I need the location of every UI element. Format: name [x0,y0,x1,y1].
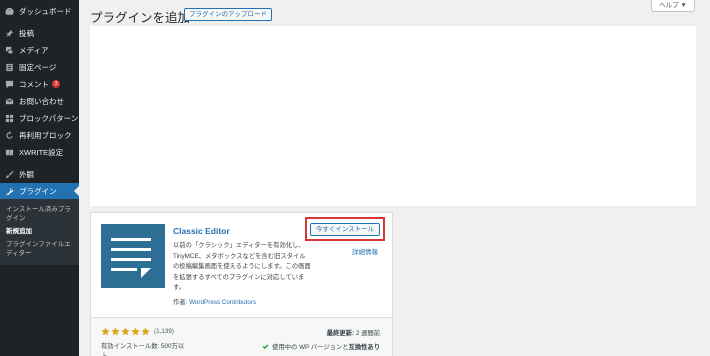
last-updated-label: 最終更新: [326,330,355,337]
plugin-description: 以前の「クラシック」エディターを有効化し、 TinyMCE、メタボックスなどを含… [173,241,351,294]
page-title: プラグインを追加 [90,11,191,25]
sidebar-item-appearance[interactable]: 外観 [0,166,79,182]
sidebar-item-pages[interactable]: 固定ページ [0,59,79,75]
sidebar-item-block-patterns[interactable]: ブロックパターン [0,110,79,126]
dashboard-icon [5,7,14,16]
page-icon [5,63,14,72]
brush-icon [5,170,14,179]
sidebar-item-xwrite[interactable]: XWRITE設定 [0,144,79,160]
active-installs: 有効インストール数: 500万以 上 [101,342,216,356]
mail-icon [5,97,14,106]
last-updated: 最終更新: 2 週間前 [327,328,380,337]
sidebar-item-plugins[interactable]: プラグイン [0,183,79,199]
classic-editor-plugin-icon[interactable] [101,224,165,288]
last-updated-value: 2 週間前 [355,330,380,337]
sidebar-item-comments[interactable]: コメント 3 [0,76,79,92]
installs-line: 上 [101,352,216,356]
star-icon [111,327,120,336]
submenu-add-new[interactable]: 新規追加 [6,227,76,236]
star-icon [141,327,150,336]
media-icon [5,46,14,55]
description-line: す。 [173,284,185,291]
more-details-link[interactable]: 詳細情報 [352,246,378,256]
plugins-submenu: インストール済みプラグイン 新規追加 プラグインファイルエディター [0,199,79,265]
compat-status-strong: 互換性あり [348,344,380,351]
sidebar-item-label: 投稿 [19,28,34,38]
admin-sidebar: ダッシュボード 投稿 メディア 固定ページ コメント 3 お問い合わせ ブロック… [0,0,79,356]
comment-icon [5,80,14,89]
star-icon [121,327,130,336]
sidebar-item-contact[interactable]: お問い合わせ [0,93,79,109]
author-link[interactable]: WordPress Contributors [189,299,256,306]
author-prefix: 作者: [173,299,188,306]
help-tab-button[interactable]: ヘルプ ▼ [651,0,695,12]
description-line: TinyMCE、メタボックスなどを含む旧スタイル [173,252,306,260]
compat-text: 使用中の WP バージョンと [272,344,349,351]
sidebar-item-label: ダッシュボード [19,6,72,16]
reuse-icon [5,130,14,140]
submenu-installed-plugins[interactable]: インストール済みプラグイン [6,205,76,223]
star-icon [131,327,140,336]
sidebar-item-media[interactable]: メディア [0,42,79,58]
plugin-card: Classic Editor 今すぐインストール 詳細情報 以前の「クラシック」… [90,212,393,356]
sidebar-item-label: 外観 [19,169,34,179]
sidebar-item-label: 固定ページ [19,62,57,72]
submenu-plugin-file-editor[interactable]: プラグインファイルエディター [6,240,76,258]
star-rating: (1,139) [101,327,174,336]
sidebar-item-label: プラグイン [19,186,57,196]
description-line: 以前の「クラシック」エディターを有効化し、 [173,242,305,249]
pin-icon [5,29,14,38]
sidebar-item-label: 再利用ブロック [19,130,72,140]
sidebar-item-label: コメント [19,79,49,89]
install-now-button[interactable]: 今すぐインストール [310,223,380,236]
plugin-author: 作者: WordPress Contributors [173,297,256,306]
comment-count-badge: 3 [52,80,60,88]
sidebar-item-reusable-blocks[interactable]: 再利用ブロック [0,127,79,143]
sidebar-item-label: お問い合わせ [19,96,64,106]
grid-icon [5,114,14,123]
active-menu-arrow [74,186,79,196]
sidebar-item-label: ブロックパターン [19,113,79,123]
installs-line: 有効インストール数: 500万以 [101,343,185,350]
check-icon [262,344,269,349]
plugin-icon [5,187,14,196]
compatibility-status: 使用中の WP バージョンと 互換性あり [262,342,380,351]
plugin-card-footer: (1,139) 有効インストール数: 500万以 上 最終更新: 2 週間前 使… [91,317,392,356]
sidebar-item-dashboard[interactable]: ダッシュボード [0,3,79,19]
rating-count[interactable]: (1,139) [154,328,174,335]
sidebar-item-label: メディア [19,45,49,55]
book-icon [5,148,14,157]
sidebar-item-posts[interactable]: 投稿 [0,25,79,41]
sidebar-item-label: XWRITE設定 [19,147,64,157]
description-line: を拡張するすべてのプラグインに対応していま [173,273,305,281]
upload-plugin-button[interactable]: プラグインのアップロード [184,8,272,21]
description-line: の投稿編集画面を使えるようにします。この画面 [173,263,311,270]
plugin-name-link[interactable]: Classic Editor [173,226,230,236]
star-icon [101,327,110,336]
plugin-filter-panel [90,26,696,206]
